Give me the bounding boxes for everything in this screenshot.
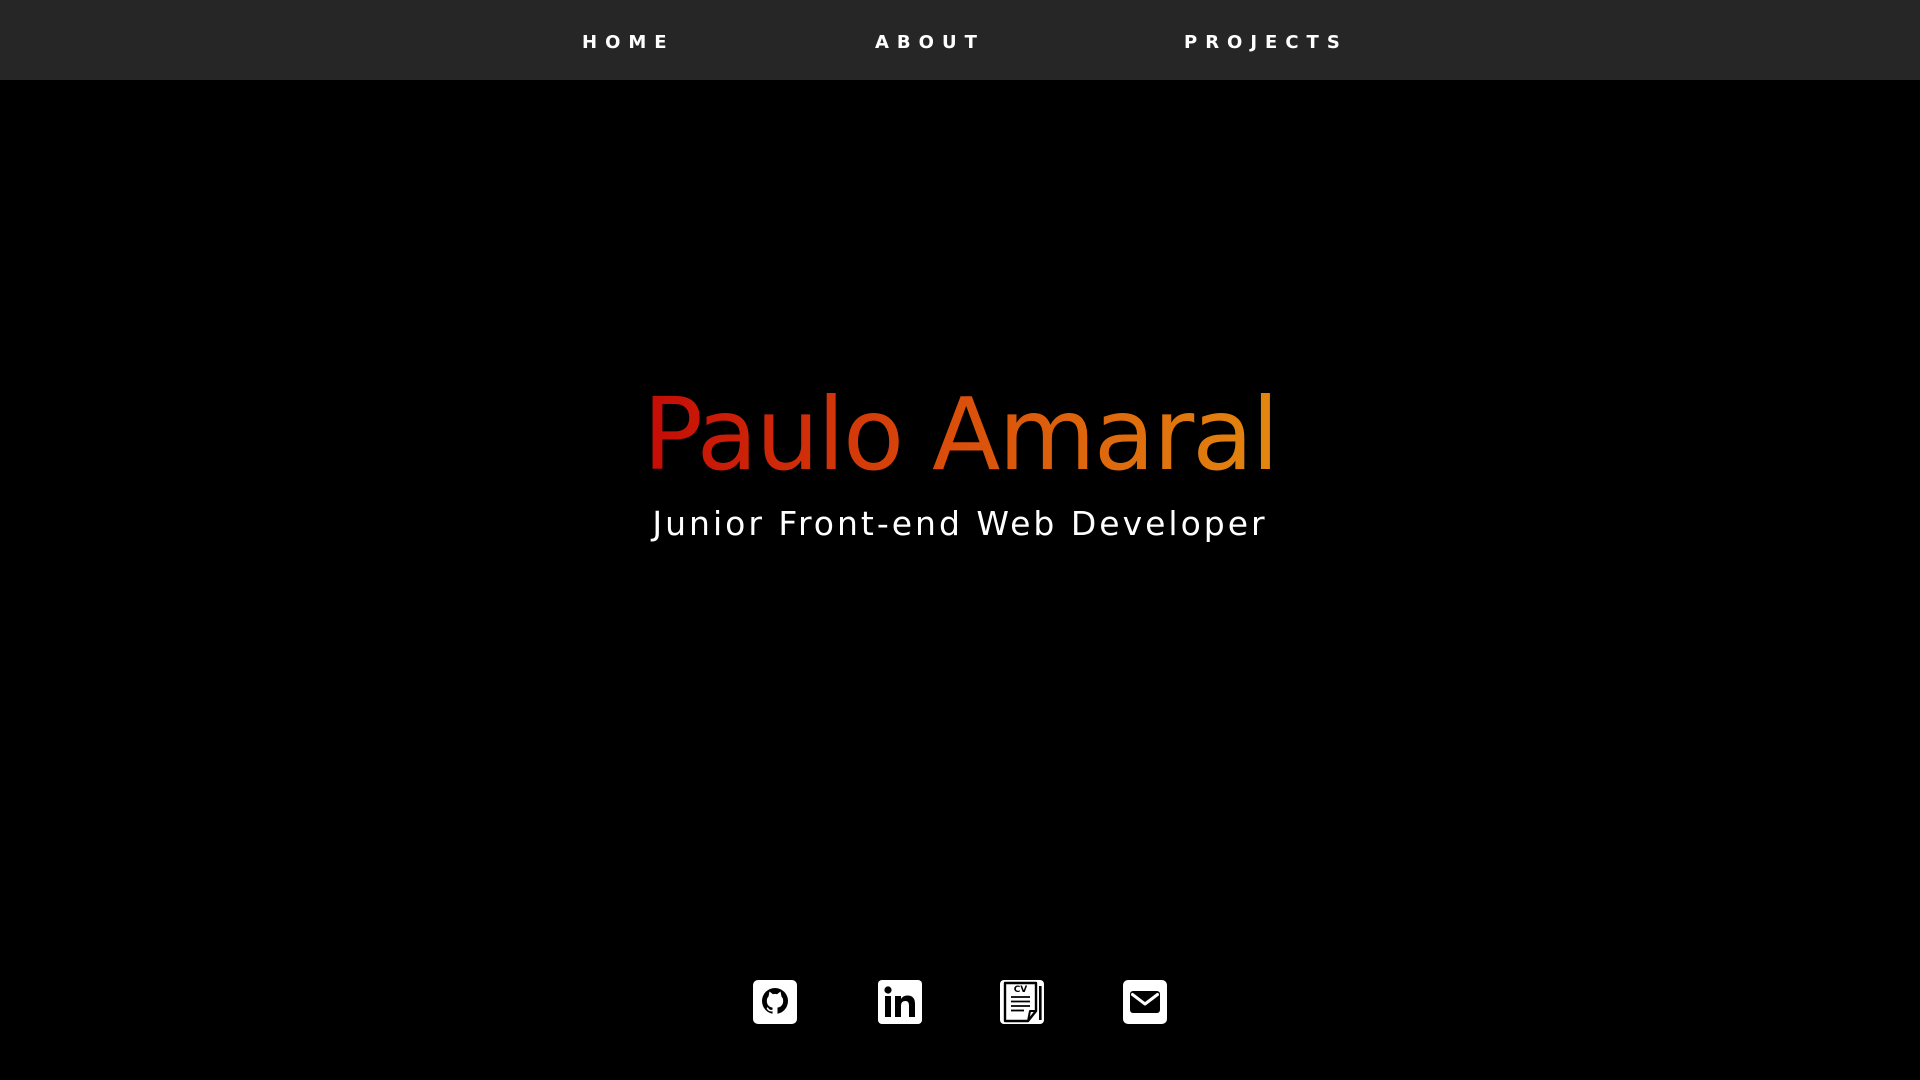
nav-link-about[interactable]: ABOUT xyxy=(875,31,985,55)
hero-section: Paulo Amaral Junior Front-end Web Develo… xyxy=(0,370,1920,546)
nav-link-projects[interactable]: PROJECTS xyxy=(1184,31,1348,55)
github-link[interactable] xyxy=(753,980,797,1024)
github-icon xyxy=(753,980,797,1024)
cv-badge-text: CV xyxy=(1014,985,1028,995)
linkedin-icon xyxy=(878,980,922,1024)
hero-name: Paulo Amaral xyxy=(643,370,1279,500)
cv-document-icon: CV xyxy=(1000,980,1044,1024)
top-navbar: HOME ABOUT PROJECTS xyxy=(0,0,1920,80)
hero-subtitle: Junior Front-end Web Developer xyxy=(652,504,1268,543)
cv-link[interactable]: CV xyxy=(1000,980,1044,1024)
linkedin-link[interactable] xyxy=(878,980,922,1024)
social-links: CV xyxy=(0,980,1920,1024)
nav-link-home[interactable]: HOME xyxy=(582,31,675,55)
email-icon xyxy=(1123,980,1167,1024)
email-link[interactable] xyxy=(1123,980,1167,1024)
